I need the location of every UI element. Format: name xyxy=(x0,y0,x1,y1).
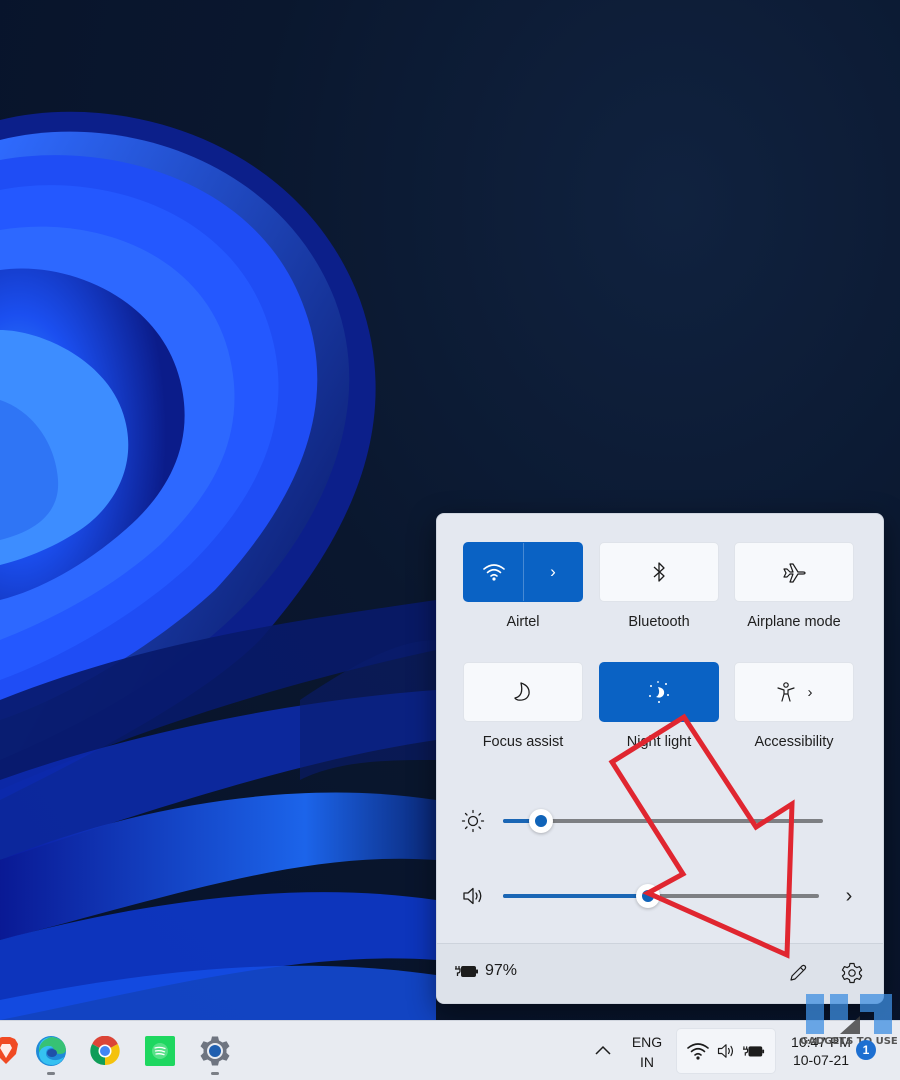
moon-icon xyxy=(514,682,530,701)
tile-airplane-wrap: Airplane mode xyxy=(734,542,854,630)
language-region: IN xyxy=(640,1054,654,1070)
clock-time: 10:47 PM xyxy=(791,1034,851,1050)
gear-icon xyxy=(841,962,863,984)
edit-quick-settings-button[interactable] xyxy=(783,958,813,988)
focus-assist-toggle-tile[interactable] xyxy=(463,662,583,722)
taskbar-app-brave[interactable] xyxy=(0,1031,26,1071)
accessibility-icon xyxy=(776,682,795,702)
wifi-toggle-tile[interactable]: › xyxy=(463,542,583,602)
night-light-tile-label: Night light xyxy=(626,734,692,750)
running-indicator xyxy=(47,1072,55,1075)
volume-slider-thumb[interactable] xyxy=(636,884,661,908)
battery-percent: 97% xyxy=(485,962,518,979)
brightness-slider-thumb[interactable] xyxy=(529,809,554,833)
brightness-slider-row xyxy=(461,806,861,836)
accessibility-tile[interactable]: › xyxy=(734,662,854,722)
chevron-right-icon: › xyxy=(807,683,813,701)
chevron-right-icon: › xyxy=(550,562,556,581)
clock-date: 10-07-21 xyxy=(792,1052,850,1068)
wifi-networks-arrow-button[interactable]: › xyxy=(524,543,582,601)
notification-count-badge[interactable]: 1 xyxy=(856,1040,876,1060)
wifi-toggle-button[interactable] xyxy=(464,543,523,601)
airplane-mode-toggle-tile[interactable] xyxy=(734,542,854,602)
volume-slider-fill xyxy=(503,894,649,898)
battery-charging-icon xyxy=(455,966,478,977)
chevron-right-icon: › xyxy=(845,884,853,907)
tile-wifi-wrap: › Airtel xyxy=(463,542,583,630)
speaker-icon xyxy=(717,1044,734,1058)
battery-status[interactable]: 97% xyxy=(455,962,517,980)
speaker-icon[interactable] xyxy=(461,884,485,908)
taskbar-app-settings[interactable] xyxy=(195,1031,235,1075)
brave-icon xyxy=(0,1037,18,1064)
running-indicator xyxy=(211,1072,219,1075)
tile-nightlight-wrap: Night light xyxy=(599,662,719,750)
settings-icon xyxy=(200,1036,230,1066)
chrome-icon xyxy=(90,1036,120,1066)
open-settings-button[interactable] xyxy=(837,958,867,988)
show-hidden-icons-button[interactable] xyxy=(590,1037,616,1063)
wifi-icon xyxy=(482,564,505,581)
quick-settings-panel: › Airtel Bluetooth Airplane mode Focus a… xyxy=(436,513,884,1004)
airplane-icon xyxy=(783,563,806,583)
input-language-indicator[interactable]: ENG IN xyxy=(628,1032,666,1072)
airplane-tile-label: Airplane mode xyxy=(747,614,841,630)
night-light-toggle-tile[interactable] xyxy=(599,662,719,722)
language-code: ENG xyxy=(631,1034,663,1050)
bluetooth-toggle-tile[interactable] xyxy=(599,542,719,602)
taskbar-clock[interactable]: 10:47 PM 10-07-21 xyxy=(786,1033,856,1069)
audio-output-more-button[interactable]: › xyxy=(837,881,861,911)
wifi-tile-label: Airtel xyxy=(506,614,540,630)
pencil-icon xyxy=(790,964,807,981)
night-light-icon xyxy=(649,681,669,703)
chevron-up-icon xyxy=(595,1045,611,1055)
edge-icon xyxy=(36,1036,66,1066)
tile-accessibility-wrap: › Accessibility xyxy=(734,662,854,750)
focus-assist-tile-label: Focus assist xyxy=(482,734,564,750)
brightness-icon xyxy=(461,809,485,833)
tile-bluetooth-wrap: Bluetooth xyxy=(599,542,719,630)
battery-charging-icon xyxy=(743,1046,765,1057)
volume-slider-row: › xyxy=(461,881,861,911)
quick-settings-tray-button[interactable] xyxy=(676,1028,776,1074)
taskbar-app-chrome[interactable] xyxy=(85,1031,125,1071)
spotify-icon xyxy=(145,1036,175,1066)
accessibility-tile-label: Accessibility xyxy=(754,734,834,750)
tile-focus-wrap: Focus assist xyxy=(463,662,583,750)
bluetooth-icon xyxy=(653,562,665,582)
wifi-icon xyxy=(686,1043,709,1060)
quick-settings-footer: 97% xyxy=(437,943,883,1003)
taskbar-app-spotify[interactable] xyxy=(140,1031,180,1071)
bluetooth-tile-label: Bluetooth xyxy=(628,614,690,630)
taskbar-app-edge[interactable] xyxy=(31,1031,71,1075)
taskbar: ENG IN 10:47 PM 10-07-21 xyxy=(0,1020,900,1080)
